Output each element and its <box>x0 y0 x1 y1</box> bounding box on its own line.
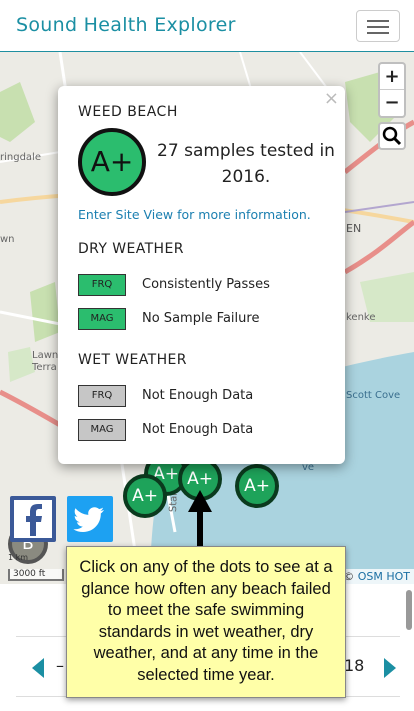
scale-bar: 3000 ft <box>8 569 64 581</box>
next-year-arrow-icon[interactable] <box>384 658 396 678</box>
beach-popup: × WEED BEACH A+ 27 samples tested in 201… <box>58 86 345 464</box>
dry-mag-text: No Sample Failure <box>142 311 260 326</box>
dry-weather-heading: DRY WEATHER <box>78 241 184 257</box>
zoom-in-button[interactable]: + <box>380 64 404 90</box>
map-label: Lawn <box>32 350 59 361</box>
wet-frq-badge: FRQ <box>78 385 126 407</box>
zoom-out-button[interactable]: − <box>380 90 404 116</box>
map-label: ringdale <box>0 152 41 163</box>
map-label: EN <box>346 222 362 235</box>
site-name: WEED BEACH <box>78 104 178 120</box>
menu-toggle-button[interactable] <box>356 10 400 42</box>
wet-frq-text: Not Enough Data <box>142 388 254 403</box>
tutorial-callout: Click on any of the dots to see at a gla… <box>66 546 346 698</box>
samples-summary: 27 samples tested in 2016. <box>157 141 335 187</box>
facebook-icon <box>14 500 52 538</box>
scale-km: 1 km <box>8 553 29 562</box>
wet-mag-badge: MAG <box>78 419 126 441</box>
dry-frq-badge: FRQ <box>78 274 126 296</box>
hamburger-icon <box>367 20 389 22</box>
dry-mag-badge: MAG <box>78 308 126 330</box>
app-title[interactable]: Sound Health Explorer <box>16 14 236 36</box>
attribution-link[interactable]: OSM HOT <box>358 570 410 583</box>
navbar: Sound Health Explorer <box>0 0 414 52</box>
site-view-link[interactable]: Enter Site View for more information. <box>78 207 311 222</box>
previous-year-arrow-icon[interactable] <box>32 658 44 678</box>
search-icon <box>382 126 402 146</box>
beach-marker[interactable]: A+ <box>235 464 279 508</box>
timeline-left-text: – <box>56 656 64 675</box>
map-label: Scott Cove <box>346 390 401 401</box>
callout-arrow-icon <box>188 490 212 512</box>
wet-weather-heading: WET WEATHER <box>78 352 187 368</box>
twitter-icon <box>73 507 104 532</box>
map-label: kenke <box>346 312 376 323</box>
map-label: wn <box>0 234 15 245</box>
facebook-share-button[interactable] <box>10 496 56 542</box>
dry-frq-text: Consistently Passes <box>142 277 270 292</box>
twitter-share-button[interactable] <box>67 496 113 542</box>
zoom-control: + − <box>378 62 406 118</box>
map-attribution: © OSM HOT <box>339 569 414 584</box>
beach-marker[interactable]: A+ <box>123 474 167 518</box>
scrollbar[interactable] <box>406 590 412 630</box>
wet-mag-text: Not Enough Data <box>142 422 254 437</box>
map-label: Terra <box>32 362 57 373</box>
timeline-right-text: 18 <box>344 656 365 675</box>
grade-badge: A+ <box>78 128 146 196</box>
map-search-button[interactable] <box>378 122 406 150</box>
close-icon[interactable]: × <box>324 88 339 109</box>
